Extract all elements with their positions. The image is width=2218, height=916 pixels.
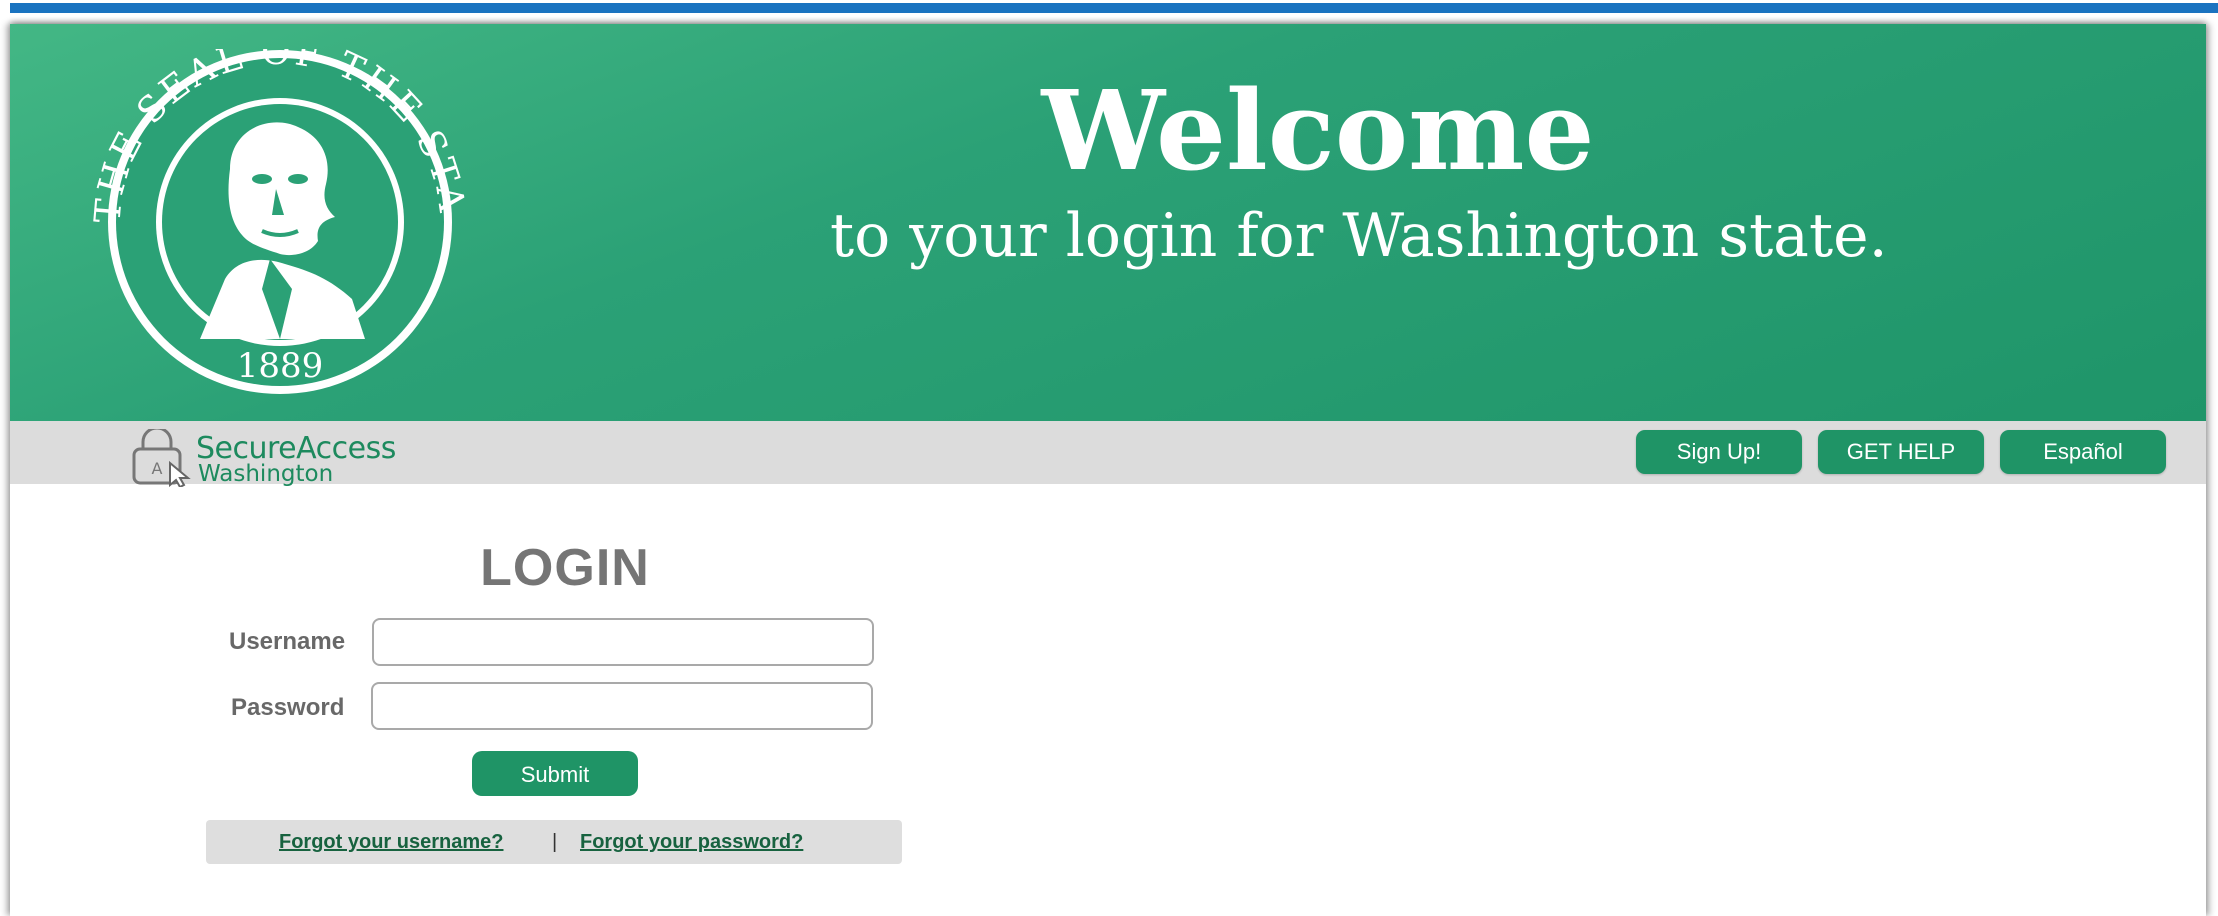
username-input[interactable] bbox=[372, 618, 874, 666]
sign-up-button[interactable]: Sign Up! bbox=[1636, 430, 1802, 474]
welcome-heading: Welcome bbox=[1041, 66, 1595, 195]
submit-button[interactable]: Submit bbox=[472, 751, 638, 796]
espanol-button[interactable]: Español bbox=[2000, 430, 2166, 474]
link-separator: | bbox=[552, 831, 558, 853]
forgot-password-link[interactable]: Forgot your password? bbox=[580, 820, 803, 864]
padlock-cursor-icon: A bbox=[132, 429, 191, 487]
forgot-username-link[interactable]: Forgot your username? bbox=[279, 820, 503, 864]
brand-subname: Washington bbox=[198, 461, 334, 487]
nav-bar: A SecureAccess Washington Sign Up! GET H… bbox=[10, 421, 2206, 487]
password-label: Password bbox=[231, 694, 345, 721]
welcome-subheading: to your login for Washington state. bbox=[830, 201, 1888, 271]
password-input[interactable] bbox=[371, 682, 873, 730]
forgot-links-bar: Forgot your username? | Forgot your pass… bbox=[206, 820, 902, 864]
svg-text:1889: 1889 bbox=[237, 346, 324, 386]
page-frame: THE SEAL OF THE STATE OF WASHINGTON 1889… bbox=[10, 24, 2206, 916]
welcome-banner: THE SEAL OF THE STATE OF WASHINGTON 1889… bbox=[10, 24, 2206, 421]
top-accent-bar bbox=[10, 3, 2218, 13]
username-label: Username bbox=[229, 628, 346, 655]
get-help-button[interactable]: GET HELP bbox=[1818, 430, 1984, 474]
secureaccess-logo[interactable]: A SecureAccess Washington bbox=[130, 427, 450, 487]
svg-text:A: A bbox=[152, 459, 163, 478]
login-title: LOGIN bbox=[480, 539, 650, 597]
